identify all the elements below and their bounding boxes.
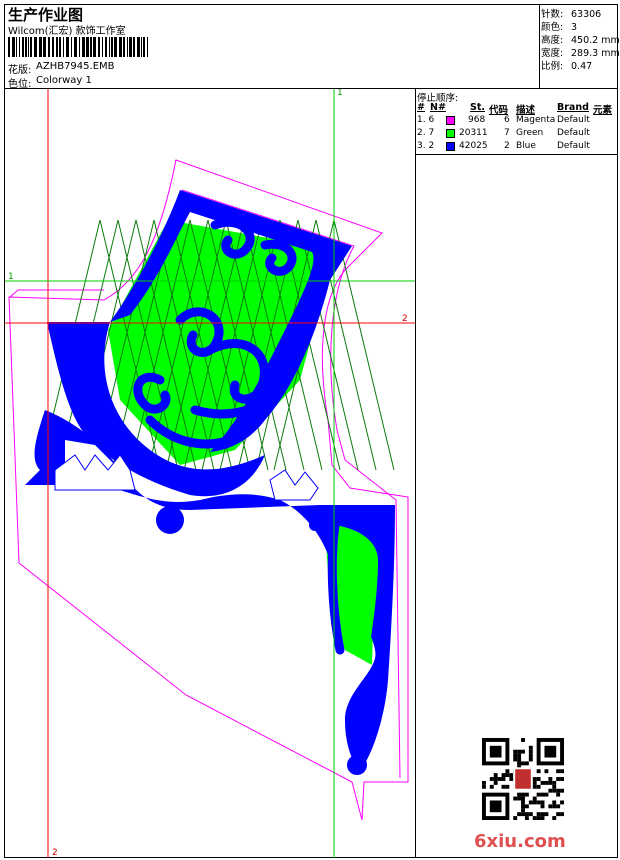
col-header-stitches: St. xyxy=(470,102,485,113)
design-label: 花版: xyxy=(8,65,32,76)
col-header-order: # xyxy=(417,102,425,113)
col-header-needle: N# xyxy=(430,102,446,113)
legend-row: 3. 2 42025 2 Blue Default xyxy=(417,141,590,151)
barcode xyxy=(8,37,148,57)
col-header-brand: Brand xyxy=(557,102,589,113)
qr-code xyxy=(482,738,564,820)
design-height: 高度: 450.2 mm xyxy=(541,35,620,46)
color-swatch-green xyxy=(446,129,455,138)
col-header-code: 代码 xyxy=(489,105,509,116)
guide-label-v-green: 1 xyxy=(337,89,343,98)
header-divider xyxy=(539,4,540,89)
colorway-value: Colorway 1 xyxy=(36,75,92,86)
guide-label-h-green: 1 xyxy=(8,272,14,282)
watermark-logo: 6xiu.com xyxy=(474,831,566,852)
legend-divider xyxy=(415,89,416,858)
color-swatch-magenta xyxy=(446,116,455,125)
design-filename: AZHB7945.EMB xyxy=(36,61,115,72)
legend-bottom-rule xyxy=(416,154,618,155)
design-scale: 比例: 0.47 xyxy=(541,61,593,72)
design-width: 宽度: 289.3 mm xyxy=(541,48,620,59)
seal-stamp xyxy=(515,769,531,789)
col-header-element: 元素 xyxy=(593,105,613,116)
company-name: Wilcom(汇宏) 款饰工作室 xyxy=(8,26,126,37)
embroidery-canvas: 1 1 2 2 xyxy=(5,89,415,858)
guide-label-h-red: 2 xyxy=(402,314,408,324)
col-header-description: 描述 xyxy=(516,105,536,116)
legend-row: 1. 6 968 6 Magenta Default xyxy=(417,115,590,125)
guide-label-v-red: 2 xyxy=(52,848,58,858)
stitch-count: 针数: 63306 xyxy=(541,9,602,20)
color-count: 颜色: 3 xyxy=(541,22,578,33)
legend-row: 2. 7 20311 7 Green Default xyxy=(417,128,590,138)
color-swatch-blue xyxy=(446,142,455,151)
